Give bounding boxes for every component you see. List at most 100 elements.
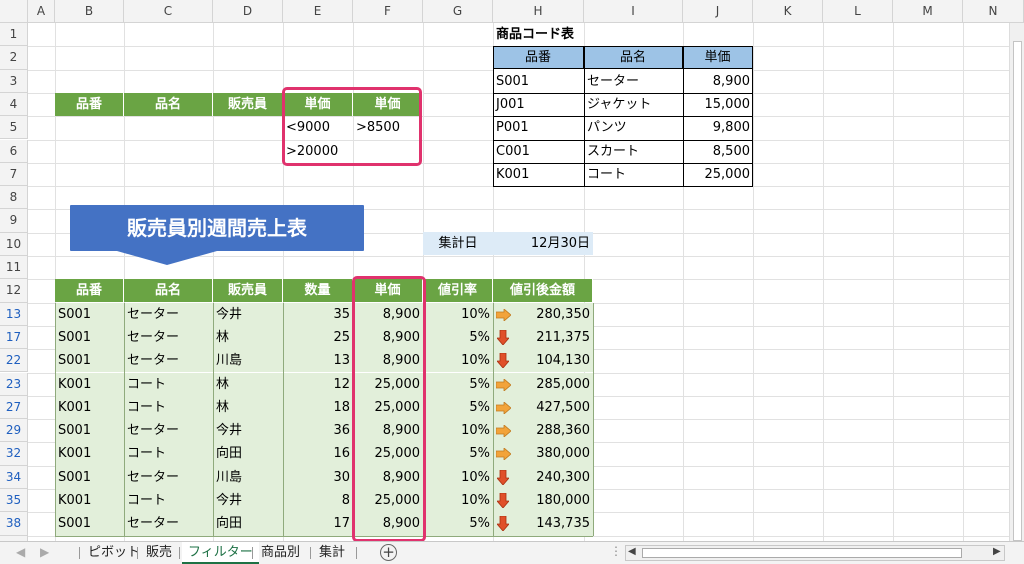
sales-header: 値引後金額: [493, 279, 593, 303]
sheet-tab-2[interactable]: 販売: [140, 542, 178, 564]
sheet-tab-3[interactable]: フィルター: [182, 542, 259, 564]
sales-cell-rate: 10%: [461, 469, 490, 485]
sheet-tab-4[interactable]: 商品別: [255, 542, 306, 564]
row-header[interactable]: 9: [0, 209, 28, 233]
row-header[interactable]: 1: [0, 23, 28, 47]
row-header[interactable]: 3: [0, 69, 28, 93]
row-header[interactable]: 38: [0, 512, 28, 536]
sales-cell-qty: 8: [341, 493, 350, 508]
sales-header: 数量: [283, 279, 353, 303]
sales-cell-code: S001: [58, 353, 92, 369]
row-header[interactable]: 5: [0, 116, 28, 140]
column-header[interactable]: H: [493, 0, 584, 23]
row-header[interactable]: 12: [0, 279, 28, 303]
plus-circle-icon[interactable]: +: [380, 544, 397, 561]
row-header[interactable]: 7: [0, 162, 28, 187]
tab-separator: [179, 547, 180, 559]
sales-cell-qty: 17: [333, 516, 350, 532]
sales-cell-name: セーター: [127, 469, 180, 485]
sales-cell-seller: 今井: [216, 423, 243, 439]
horizontal-scroll-thumb[interactable]: [642, 548, 962, 558]
tab-separator: [79, 547, 80, 559]
banner-pointer: [117, 251, 217, 265]
column-header[interactable]: G: [423, 0, 493, 23]
split-handle-icon[interactable]: ⋮: [610, 544, 622, 558]
sales-header: 品名: [124, 279, 213, 303]
sales-cell-code: S001: [58, 329, 92, 345]
chevron-left-icon[interactable]: ◀: [16, 545, 25, 559]
column-header[interactable]: A: [28, 0, 55, 23]
sales-cell-seller: 向田: [216, 516, 243, 532]
tab-separator: [310, 547, 311, 559]
column-header[interactable]: C: [124, 0, 213, 23]
row-header[interactable]: 32: [0, 442, 28, 466]
sales-cell-qty: 12: [333, 376, 350, 392]
column-header[interactable]: L: [823, 0, 893, 23]
column-header[interactable]: N: [963, 0, 1024, 23]
gridline-col: [893, 23, 894, 541]
row-header[interactable]: 11: [0, 256, 28, 280]
sales-cell-seller: 林: [216, 329, 230, 345]
column-header[interactable]: M: [893, 0, 963, 23]
column-header[interactable]: J: [683, 0, 753, 23]
sales-cell-rate: 5%: [469, 329, 490, 345]
product-table-border: [493, 46, 753, 188]
sales-cell-name: セーター: [127, 516, 180, 532]
sales-col-line: [213, 302, 214, 536]
row-header[interactable]: 22: [0, 349, 28, 373]
chevron-right-icon[interactable]: ▶: [40, 545, 49, 559]
horizontal-scrollbar[interactable]: ◀: [625, 545, 1005, 561]
sales-cell-seller: 今井: [216, 493, 243, 508]
sales-cell-seller: 川島: [216, 469, 243, 485]
criteria-header: 販売員: [213, 92, 283, 116]
sales-cell-name: セーター: [127, 329, 180, 345]
sales-col-line: [124, 302, 125, 536]
row-header[interactable]: 4: [0, 92, 28, 117]
sales-cell-rate: 5%: [469, 376, 490, 392]
sales-cell-rate: 10%: [461, 423, 490, 439]
sales-cell-code: K001: [58, 493, 92, 508]
scroll-right-icon[interactable]: ▶: [993, 546, 1001, 557]
row-header[interactable]: 23: [0, 372, 28, 396]
sales-cell-seller: 林: [216, 399, 230, 415]
column-header[interactable]: D: [213, 0, 283, 23]
sheet-tab-5[interactable]: 集計: [313, 542, 351, 564]
row-header[interactable]: 35: [0, 489, 28, 513]
sales-cell-qty: 36: [333, 423, 350, 439]
row-header[interactable]: 27: [0, 395, 28, 420]
sales-cell-amount: 280,350: [536, 306, 590, 322]
sales-header: 品番: [55, 279, 124, 303]
column-header[interactable]: I: [584, 0, 683, 23]
product-table-title: 商品コード表: [496, 27, 575, 42]
row-header[interactable]: 2: [0, 46, 28, 70]
sales-price-highlight: [352, 276, 426, 542]
row-header[interactable]: 6: [0, 139, 28, 163]
gridline-col: [753, 23, 754, 541]
sales-cell-seller: 向田: [216, 446, 243, 462]
product-col-line: [584, 46, 585, 187]
sales-cell-qty: 25: [333, 329, 350, 345]
vertical-scroll-thumb[interactable]: [1013, 41, 1022, 541]
row-header[interactable]: 34: [0, 465, 28, 489]
column-header[interactable]: E: [283, 0, 353, 23]
scroll-left-icon[interactable]: ◀: [628, 546, 636, 557]
sales-cell-name: コート: [127, 446, 167, 462]
select-all-corner[interactable]: [0, 0, 28, 23]
column-header[interactable]: B: [55, 0, 124, 23]
sales-cell-qty: 16: [333, 446, 350, 462]
sales-cell-seller: 川島: [216, 353, 243, 369]
sales-col-line: [593, 302, 594, 536]
vertical-scrollbar[interactable]: [1009, 23, 1024, 541]
row-header[interactable]: 17: [0, 325, 28, 350]
sales-cell-seller: 今井: [216, 306, 243, 322]
column-header[interactable]: F: [353, 0, 423, 23]
sales-cell-code: S001: [58, 469, 92, 485]
row-header[interactable]: 8: [0, 186, 28, 210]
row-header[interactable]: 10: [0, 232, 28, 256]
row-header[interactable]: 29: [0, 419, 28, 443]
row-header[interactable]: 13: [0, 302, 28, 326]
sales-cell-code: K001: [58, 376, 92, 392]
sales-col-line: [493, 302, 494, 536]
sales-cell-amount: 211,375: [536, 329, 590, 345]
column-header[interactable]: K: [753, 0, 823, 23]
